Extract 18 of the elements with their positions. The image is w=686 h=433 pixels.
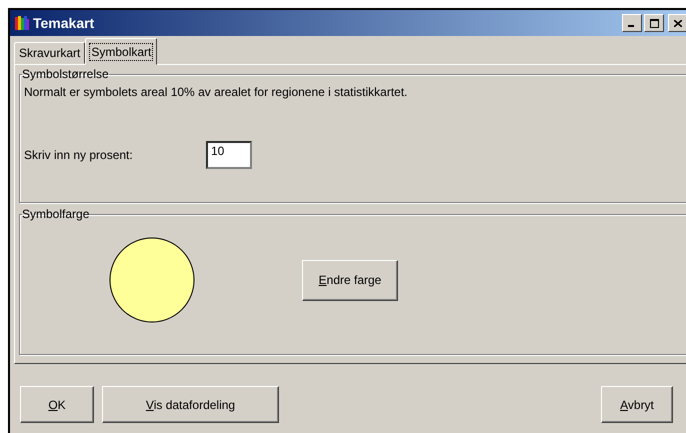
window-title: Temakart (33, 15, 96, 31)
group-title: Symbolfarge (22, 207, 90, 221)
app-icon (14, 15, 30, 31)
close-button[interactable] (668, 14, 686, 32)
close-icon (674, 20, 682, 26)
description-text: Normalt er symbolets areal 10% av arealet for regionene i statistikkartet. (24, 85, 409, 99)
percent-input-field[interactable]: 10 (206, 141, 252, 169)
field-label: Skriv inn ny prosent: (24, 148, 134, 162)
maximize-button[interactable] (644, 14, 664, 32)
cancel-button[interactable]: Avbryt (601, 386, 673, 423)
group-title: Symbolstørrelse (22, 67, 109, 81)
ok-button[interactable]: OK (20, 386, 94, 423)
show-distribution-button[interactable]: Vis datafordeling (102, 386, 279, 423)
tab[interactable]: Symbolkart (85, 38, 158, 65)
tab[interactable]: Skravurkart (14, 42, 86, 64)
minimize-button[interactable] (622, 14, 642, 32)
change-color-button[interactable]: Endre farge (302, 260, 398, 300)
maximize-icon (650, 18, 658, 28)
